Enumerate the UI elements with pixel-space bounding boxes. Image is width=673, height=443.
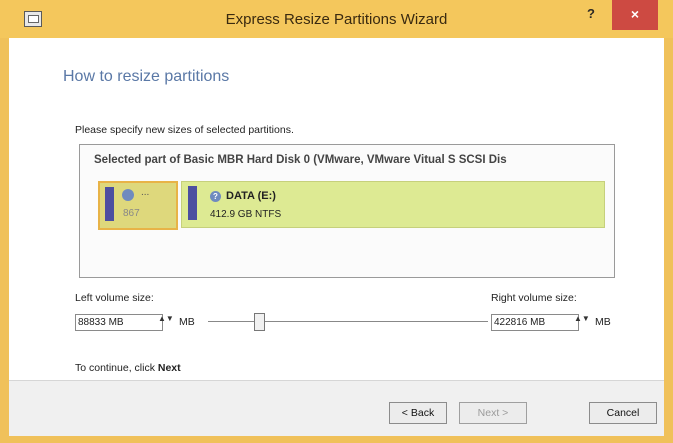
left-volume-spinner[interactable]: ▲▼ xyxy=(158,315,174,330)
back-button[interactable]: < Back xyxy=(389,402,447,424)
partition-left-label: ... xyxy=(141,187,150,198)
continue-hint: To continue, click Next xyxy=(75,362,181,374)
right-volume-unit: MB xyxy=(595,316,611,328)
window-title: Express Resize Partitions Wizard xyxy=(225,11,448,28)
resize-slider-track[interactable] xyxy=(208,321,488,322)
left-volume-unit: MB xyxy=(179,316,195,328)
partition-left-size: 867 xyxy=(123,208,140,219)
close-button[interactable]: × xyxy=(612,0,658,30)
button-bar: < Back Next > Cancel xyxy=(9,380,664,436)
partition-bar xyxy=(105,187,114,221)
left-volume-input[interactable]: 88833 MB xyxy=(75,314,163,331)
right-volume-spinner[interactable]: ▲▼ xyxy=(574,315,590,330)
instruction-text: Please specify new sizes of selected par… xyxy=(75,124,294,136)
partition-left[interactable]: ... 867 xyxy=(98,181,178,230)
partition-info: 412.9 GB NTFS xyxy=(210,209,282,220)
question-icon xyxy=(122,189,134,201)
continue-hint-next: Next xyxy=(157,362,181,374)
cancel-button[interactable]: Cancel xyxy=(589,402,657,424)
partition-bar xyxy=(188,186,197,220)
left-volume-label: Left volume size: xyxy=(75,292,154,304)
continue-hint-text: To continue, click xyxy=(75,362,158,374)
next-button[interactable]: Next > xyxy=(459,402,527,424)
disk-title: Selected part of Basic MBR Hard Disk 0 (… xyxy=(94,154,507,166)
right-volume-input[interactable]: 422816 MB xyxy=(491,314,579,331)
wizard-content: How to resize partitions Please specify … xyxy=(9,38,664,436)
page-heading: How to resize partitions xyxy=(63,68,230,85)
question-icon: ? xyxy=(210,191,221,202)
resize-slider-thumb[interactable] xyxy=(254,313,265,331)
wizard-header: How to resize partitions xyxy=(9,38,664,98)
right-volume-label: Right volume size: xyxy=(491,292,577,304)
partition-name: DATA (E:) xyxy=(226,190,276,202)
partition-data-e[interactable]: ? DATA (E:) 412.9 GB NTFS xyxy=(181,181,605,228)
help-button[interactable]: ? xyxy=(574,0,608,30)
disk-map: Selected part of Basic MBR Hard Disk 0 (… xyxy=(79,144,615,278)
title-bar[interactable]: Express Resize Partitions Wizard ? × xyxy=(0,0,673,38)
wizard-window: Express Resize Partitions Wizard ? × How… xyxy=(0,0,673,443)
